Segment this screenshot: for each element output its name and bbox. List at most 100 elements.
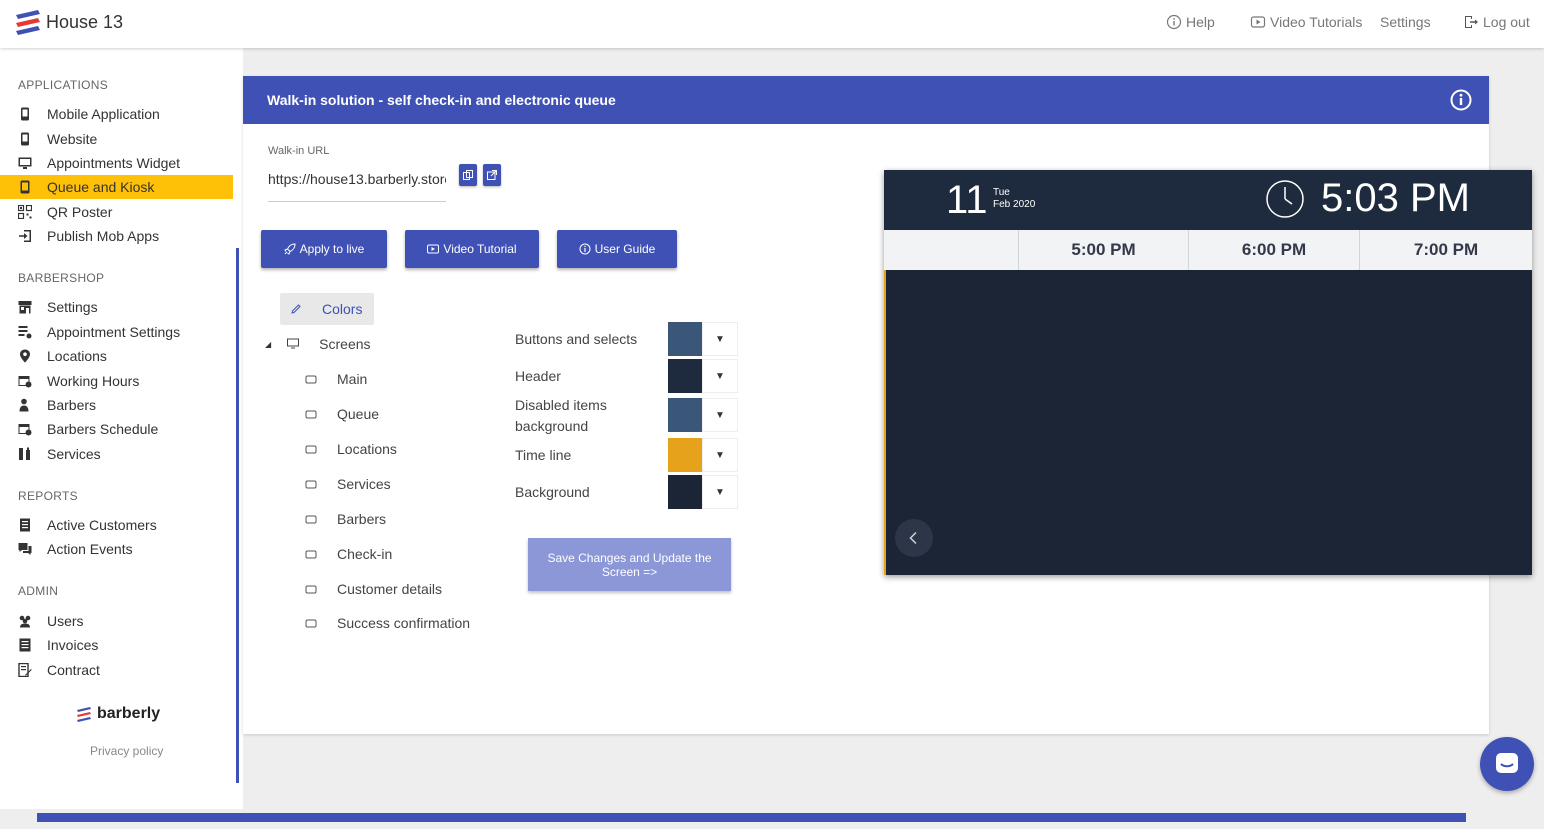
sidebar-item-label: Active Customers (47, 517, 157, 533)
preview-time: 5:03 PM (1321, 176, 1470, 220)
chat-button[interactable] (1480, 737, 1534, 791)
square-icon (305, 480, 317, 489)
logout-icon (1465, 16, 1478, 28)
preview-day: 11 (946, 178, 988, 222)
card-header: Walk-in solution - self check-in and ele… (243, 76, 1489, 124)
square-icon (305, 410, 317, 419)
video-tutorial-label: Video Tutorial (443, 242, 517, 256)
monitor-icon (287, 338, 300, 349)
tree-label: Locations (337, 441, 397, 457)
color-label-background: Background (515, 484, 590, 500)
save-changes-button[interactable]: Save Changes and Update the Screen => (528, 538, 731, 591)
tree-item-screens[interactable]: ◢ Screens (265, 336, 371, 352)
sidebar-item-contract[interactable]: Contract (0, 658, 233, 682)
video-tutorial-button[interactable]: Video Tutorial (405, 230, 539, 268)
color-dropdown-timeline[interactable]: ▼ (702, 438, 738, 472)
sidebar-item-invoices[interactable]: Invoices (0, 633, 233, 657)
user-guide-button[interactable]: User Guide (557, 230, 677, 268)
help-link[interactable]: Help (1166, 14, 1215, 30)
info-icon[interactable] (1450, 89, 1472, 111)
square-icon (305, 585, 317, 594)
brand-name[interactable]: House 13 (46, 12, 123, 33)
sidebar-item-qr-poster[interactable]: QR Poster (0, 200, 233, 224)
sidebar-item-appointment-settings[interactable]: Appointment Settings (0, 320, 233, 344)
sidebar-item-label: Publish Mob Apps (47, 228, 160, 244)
sidebar-item-action-events[interactable]: Action Events (0, 537, 233, 561)
collapse-triangle-icon[interactable]: ◢ (265, 340, 271, 349)
top-bar: House 13 Help Video Tutorials Settings L… (0, 0, 1544, 48)
list-settings-icon (18, 325, 32, 339)
walk-in-url-field[interactable]: https://house13.barberly.store (268, 171, 446, 187)
tree-label: Queue (337, 406, 380, 422)
color-dropdown-background[interactable]: ▼ (702, 475, 738, 509)
privacy-policy-link[interactable]: Privacy policy (90, 744, 163, 758)
sidebar-item-appointments-widget[interactable]: Appointments Widget (0, 151, 233, 175)
url-underline (268, 201, 446, 202)
sidebar-item-mobile-application[interactable]: Mobile Application (0, 102, 233, 126)
sidebar-item-label: Appointment Settings (47, 324, 181, 340)
color-dropdown-buttons[interactable]: ▼ (702, 322, 738, 356)
sidebar-item-queue-and-kiosk[interactable]: Queue and Kiosk (0, 175, 233, 199)
tree-item-colors[interactable]: Colors (290, 301, 362, 317)
color-label-buttons: Buttons and selects (515, 331, 638, 347)
tree-item-check-in[interactable]: Check-in (305, 546, 392, 562)
preview-slot-empty (884, 230, 1019, 270)
color-swatch-buttons[interactable] (668, 322, 702, 356)
tree-item-queue[interactable]: Queue (305, 406, 379, 422)
tree-item-locations[interactable]: Locations (305, 441, 397, 457)
video-tutorials-link[interactable]: Video Tutorials (1250, 14, 1362, 30)
caret-down-icon: ▼ (715, 409, 725, 421)
scissors-comb-icon (18, 447, 32, 461)
color-dropdown-header[interactable]: ▼ (702, 359, 738, 393)
calendar-clock-icon (18, 374, 32, 388)
sidebar-item-settings[interactable]: Settings (0, 295, 233, 319)
sidebar-item-users[interactable]: Users (0, 609, 233, 633)
square-icon (305, 445, 317, 454)
barberly-logo-icon (77, 707, 91, 722)
sidebar-item-barbers[interactable]: Barbers (0, 393, 233, 417)
sidebar-item-active-customers[interactable]: Active Customers (0, 513, 233, 537)
tree-item-barbers[interactable]: Barbers (305, 511, 386, 527)
sidebar-item-website[interactable]: Website (0, 127, 233, 151)
barbershop-header: BARBERSHOP (18, 271, 105, 285)
color-label-timeline: Time line (515, 447, 572, 463)
color-swatch-timeline[interactable] (668, 438, 702, 472)
info-icon (579, 243, 591, 255)
bottom-scrollbar[interactable] (37, 813, 1466, 822)
color-swatch-background[interactable] (668, 475, 702, 509)
qr-code-icon (17, 204, 33, 220)
tree-item-main[interactable]: Main (305, 371, 367, 387)
sidebar-item-publish-mob-apps[interactable]: Publish Mob Apps (0, 224, 233, 248)
color-swatch-disabled[interactable] (668, 398, 702, 432)
logout-link[interactable]: Log out (1463, 14, 1530, 30)
sidebar-item-label: Action Events (47, 541, 133, 557)
sidebar-item-barbers-schedule[interactable]: Barbers Schedule (0, 417, 233, 441)
sidebar: APPLICATIONS Mobile Application Website … (0, 48, 243, 809)
sidebar-item-services[interactable]: Services (0, 442, 233, 466)
copy-url-button[interactable] (459, 164, 477, 186)
sidebar-item-label: Services (47, 446, 101, 462)
tree-item-customer-details[interactable]: Customer details (305, 581, 442, 597)
clock-icon (1266, 180, 1304, 218)
sidebar-item-working-hours[interactable]: Working Hours (0, 369, 233, 393)
tree-item-success-confirmation[interactable]: Success confirmation (305, 615, 470, 631)
calendar-clock-icon (18, 422, 32, 436)
chevron-left-icon (909, 531, 917, 545)
color-swatch-header[interactable] (668, 359, 702, 393)
applications-header: APPLICATIONS (18, 78, 109, 92)
settings-link[interactable]: Settings (1380, 14, 1431, 30)
apply-to-live-button[interactable]: Apply to live (261, 230, 387, 268)
tree-label: Main (337, 371, 368, 387)
color-dropdown-disabled[interactable]: ▼ (702, 398, 738, 432)
tree-item-services[interactable]: Services (305, 476, 391, 492)
sidebar-scrollbar[interactable] (236, 248, 239, 783)
preview-back-button[interactable] (895, 519, 933, 557)
document-icon (18, 518, 32, 532)
preview-slot: 5:00 PM (1019, 230, 1189, 270)
square-icon (305, 550, 317, 559)
sidebar-item-locations[interactable]: Locations (0, 344, 233, 368)
caret-down-icon: ▼ (715, 333, 725, 345)
monitor-icon (18, 156, 32, 170)
caret-down-icon: ▼ (715, 449, 725, 461)
open-url-button[interactable] (483, 164, 501, 186)
